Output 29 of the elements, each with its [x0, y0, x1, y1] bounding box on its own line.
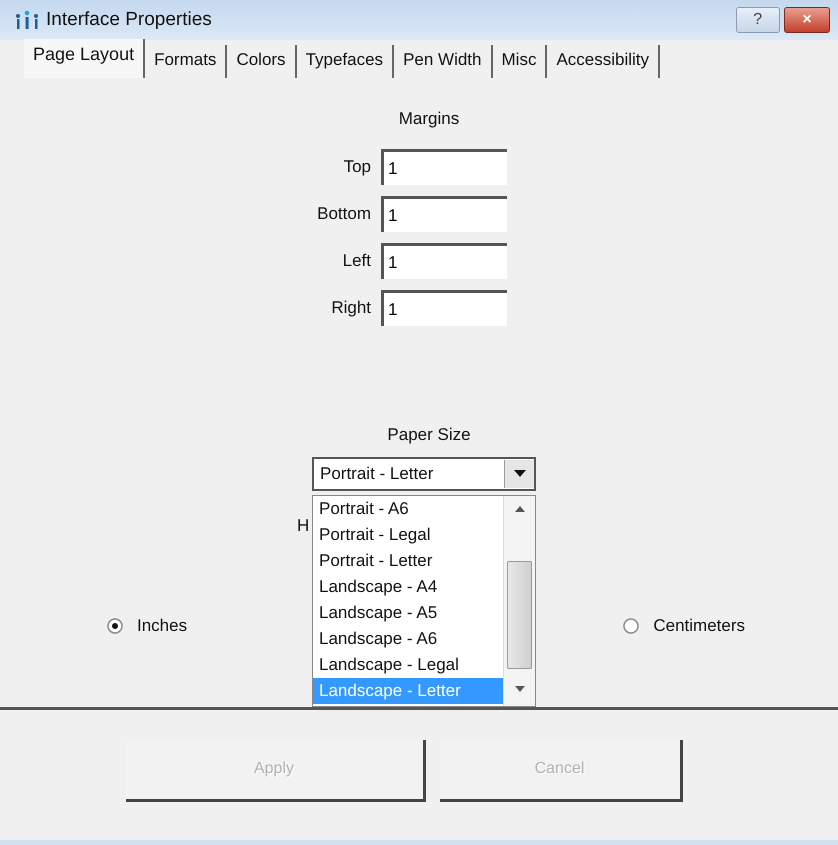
unit-radio[interactable]: Inches: [107, 613, 188, 638]
unit-radio[interactable]: Centimeters: [623, 613, 745, 638]
tab[interactable]: Page Layout: [24, 39, 146, 78]
margin-field[interactable]: 1: [381, 149, 507, 185]
tab[interactable]: Misc: [492, 44, 548, 78]
scroll-up-icon[interactable]: [515, 506, 525, 512]
tab[interactable]: Pen Width: [394, 44, 492, 78]
scrollbar[interactable]: [503, 496, 535, 706]
section-heading: Paper Size: [387, 424, 471, 446]
tab[interactable]: Formats: [145, 44, 228, 78]
section-heading: Margins: [398, 108, 460, 130]
scrollbar-thumb[interactable]: [507, 561, 532, 669]
tab[interactable]: Colors: [227, 44, 297, 78]
tab[interactable]: Accessibility: [547, 44, 660, 78]
field-label: Top: [342, 156, 372, 178]
scroll-down-icon[interactable]: [515, 686, 525, 692]
margin-field[interactable]: 1: [381, 290, 507, 326]
field-label: Bottom: [316, 203, 372, 226]
caret-icon: [514, 470, 526, 478]
field-label: Left: [342, 250, 372, 272]
tab[interactable]: Typefaces: [296, 44, 394, 78]
window-title: Interface Properties: [46, 8, 212, 32]
field-label: H: [297, 515, 310, 537]
paper-size-dropdown[interactable]: Portrait - Letter: [312, 457, 536, 491]
app-icon: [14, 9, 40, 31]
field-label: Right: [330, 297, 372, 320]
help-button[interactable]: ?: [736, 7, 780, 33]
margin-field[interactable]: 1: [381, 196, 507, 232]
margin-field[interactable]: 1: [381, 243, 507, 279]
